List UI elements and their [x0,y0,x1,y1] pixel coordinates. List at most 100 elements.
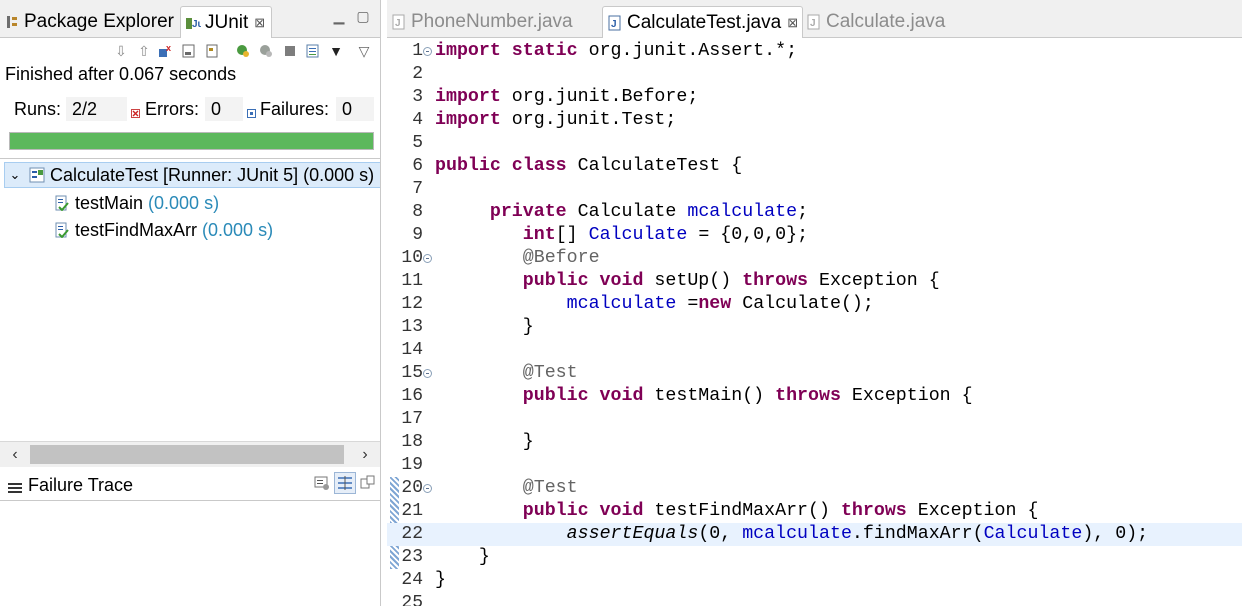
code-token: } [435,570,446,590]
code-text: @Test [435,477,578,500]
code-token: mcalculate [742,524,852,544]
code-line[interactable]: 18 } [387,431,1242,454]
compare-result-icon[interactable] [334,472,356,494]
copy-trace-icon[interactable] [360,475,376,496]
code-line[interactable]: 6 public class CalculateTest { [387,155,1242,178]
tab-calculatetest-java[interactable]: J CalculateTest.java ⊠ [602,6,804,38]
line-number: 21 [401,501,423,521]
test-run-history-icon[interactable] [305,43,321,59]
tab-junit[interactable]: Ju JUnit ⊠ [180,6,273,38]
junit-toolbar: ⇩ ⇧ x ▼ ▽ [0,38,380,64]
code-line[interactable]: 10 @Before [387,247,1242,270]
code-text: public void setUp() throws Exception { [435,270,940,293]
failure-trace-title: Failure Trace [28,475,134,495]
view-menu-icon[interactable]: ▽ [356,43,372,59]
code-line[interactable]: 21 public void testFindMaxArr() throws E… [387,500,1242,523]
tree-item-test[interactable]: testMain (0.000 s) [54,190,219,216]
code-text: public class CalculateTest { [435,155,742,178]
code-token: @Test [522,478,578,498]
code-line[interactable]: 7 [387,178,1242,201]
code-line[interactable]: 19 [387,454,1242,477]
code-token: org.junit.Test; [500,110,677,130]
code-text: public void testMain() throws Exception … [435,385,973,408]
tree-item-test[interactable]: testFindMaxArr (0.000 s) [54,217,273,243]
code-token: } [435,317,534,337]
next-failure-icon[interactable]: ⇩ [113,43,129,59]
code-token: public void [522,501,644,521]
editor-tab-bar: J PhoneNumber.java J CalculateTest.java … [387,0,1242,38]
stop-icon[interactable] [282,43,298,59]
fold-toggle-icon[interactable] [423,369,432,378]
code-text: import org.junit.Before; [435,86,698,109]
maximize-icon[interactable]: ▢ [354,8,372,25]
code-token: Calculate(); [731,294,874,314]
scrollbar-thumb[interactable] [30,445,344,464]
code-line[interactable]: 14 [387,339,1242,362]
code-line[interactable]: 9 int[] Calculate = {0,0,0}; [387,224,1242,247]
code-line[interactable]: 3 import org.junit.Before; [387,86,1242,109]
line-number: 14 [401,340,423,360]
code-line[interactable]: 13 } [387,316,1242,339]
code-line[interactable]: 1 import static org.junit.Assert.*; [387,40,1242,63]
test-progress-bar [9,132,374,150]
runs-label: Runs: [14,99,62,119]
minimize-icon[interactable]: ▁ [330,8,348,25]
tree-item-test-class[interactable]: ⌄ CalculateTest [Runner: JUnit 5] (0.000… [4,162,380,188]
fold-toggle-icon[interactable] [423,484,432,493]
line-number: 20 [401,478,423,498]
code-line[interactable]: 8 private Calculate mcalculate; [387,201,1242,224]
tab-package-explorer[interactable]: Package Explorer [4,6,174,38]
code-token: assertEquals [566,524,699,544]
close-icon[interactable]: ⊠ [787,15,798,31]
failure-icon [247,103,257,124]
test-duration: (0.000 s) [148,192,220,213]
code-token: mcalculate [566,294,677,314]
code-line[interactable]: 5 [387,132,1242,155]
tree-horizontal-scrollbar[interactable]: ‹ › [0,441,380,468]
code-line[interactable]: 12 mcalculate =new Calculate(); [387,293,1242,316]
tab-calculate-java[interactable]: J Calculate.java [806,6,945,38]
test-class-label: CalculateTest [Runner: JUnit 5] (0.000 s… [50,164,375,185]
chevron-down-icon[interactable]: ⌄ [5,167,25,183]
show-skipped-icon[interactable] [204,43,220,59]
close-icon[interactable]: ⊠ [254,15,265,31]
show-failures-only-icon[interactable]: x [158,43,174,59]
test-suite-icon [29,167,45,183]
previous-failure-icon[interactable]: ⇧ [136,43,152,59]
code-token: int [522,225,556,245]
code-line[interactable]: 20 @Test [387,477,1242,500]
code-token: import static [435,41,578,61]
test-counters: Runs: 2/2 Errors: 0 Failures: 0 [0,96,380,124]
code-line[interactable]: 17 [387,408,1242,431]
code-token: throws [742,271,809,291]
code-token: org.junit.Before; [500,87,699,107]
code-line[interactable]: 4 import org.junit.Test; [387,109,1242,132]
code-token: Calculate [983,524,1083,544]
history-dropdown-icon[interactable]: ▼ [328,43,344,59]
code-token: import [435,110,501,130]
code-token: } [435,547,490,567]
code-line[interactable]: 24} [387,569,1242,592]
code-line[interactable]: 11 public void setUp() throws Exception … [387,270,1242,293]
rerun-test-icon[interactable] [235,43,251,59]
scroll-right-icon[interactable]: › [354,442,376,468]
code-line[interactable]: 25 [387,592,1242,606]
code-line[interactable]: 15 @Test [387,362,1242,385]
code-line[interactable]: 2 [387,63,1242,86]
fold-toggle-icon[interactable] [423,254,432,263]
tab-phonenumber-java[interactable]: J PhoneNumber.java [391,6,573,38]
scroll-lock-icon[interactable] [181,43,197,59]
code-line[interactable]: 16 public void testMain() throws Excepti… [387,385,1242,408]
code-token: } [435,432,534,452]
code-line[interactable]: 22 assertEquals(0, mcalculate.findMaxArr… [387,523,1242,546]
code-token: = {0,0,0}; [687,225,809,245]
fold-toggle-icon[interactable] [423,47,432,56]
rerun-failed-first-icon[interactable] [258,43,274,59]
line-number: 7 [412,179,423,199]
errors-value: 0 [205,97,243,121]
scroll-left-icon[interactable]: ‹ [4,442,26,468]
code-line[interactable]: 23 } [387,546,1242,569]
filter-stack-trace-icon[interactable] [314,475,330,496]
